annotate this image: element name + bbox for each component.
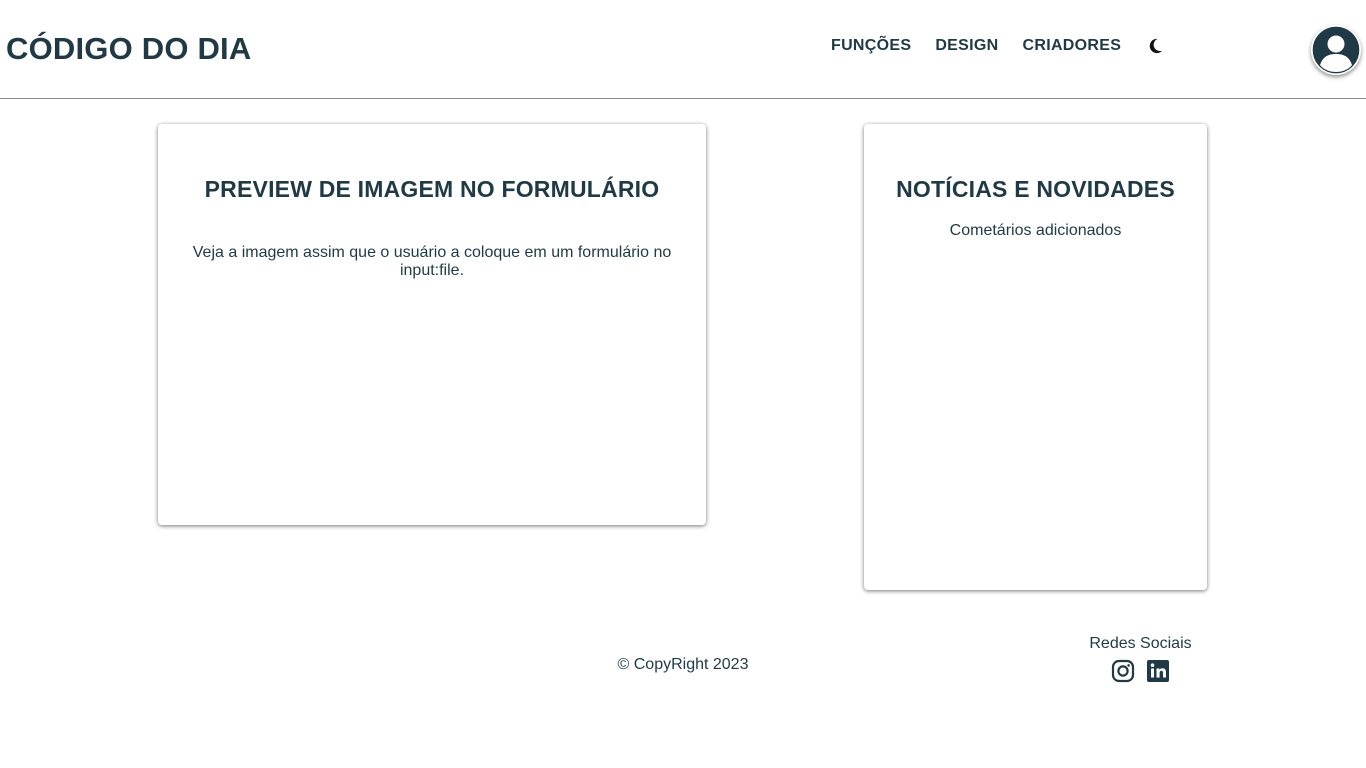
nav-link-design[interactable]: DESIGN — [935, 36, 998, 56]
social-icons — [1080, 659, 1201, 683]
card-description: Cometários adicionados — [949, 222, 1122, 239]
card-title: NOTÍCIAS E NOVIDADES — [896, 176, 1175, 202]
nav-link-funcoes[interactable]: FUNÇÕES — [831, 36, 911, 56]
social-section: Redes Sociais — [1080, 634, 1201, 683]
card-title: PREVIEW DE IMAGEM NO FORMULÁRIO — [204, 176, 660, 202]
site-logo[interactable]: CÓDIGO DO DIA — [6, 30, 251, 68]
news-card[interactable]: NOTÍCIAS E NOVIDADES Cometários adiciona… — [864, 124, 1207, 590]
main-nav: FUNÇÕES DESIGN CRIADORES — [831, 36, 1165, 56]
preview-image-card[interactable]: PREVIEW DE IMAGEM NO FORMULÁRIO Veja a i… — [158, 124, 706, 525]
nav-link-criadores[interactable]: CRIADORES — [1022, 36, 1121, 56]
card-description: Veja a imagem assim que o usuário a colo… — [192, 244, 672, 279]
user-avatar-icon[interactable] — [1311, 25, 1361, 75]
linkedin-icon[interactable] — [1146, 659, 1170, 683]
instagram-icon[interactable] — [1111, 659, 1135, 683]
social-title: Redes Sociais — [1089, 635, 1192, 652]
moon-icon[interactable] — [1145, 36, 1165, 56]
site-header: CÓDIGO DO DIA FUNÇÕES DESIGN CRIADORES — [0, 0, 1366, 99]
